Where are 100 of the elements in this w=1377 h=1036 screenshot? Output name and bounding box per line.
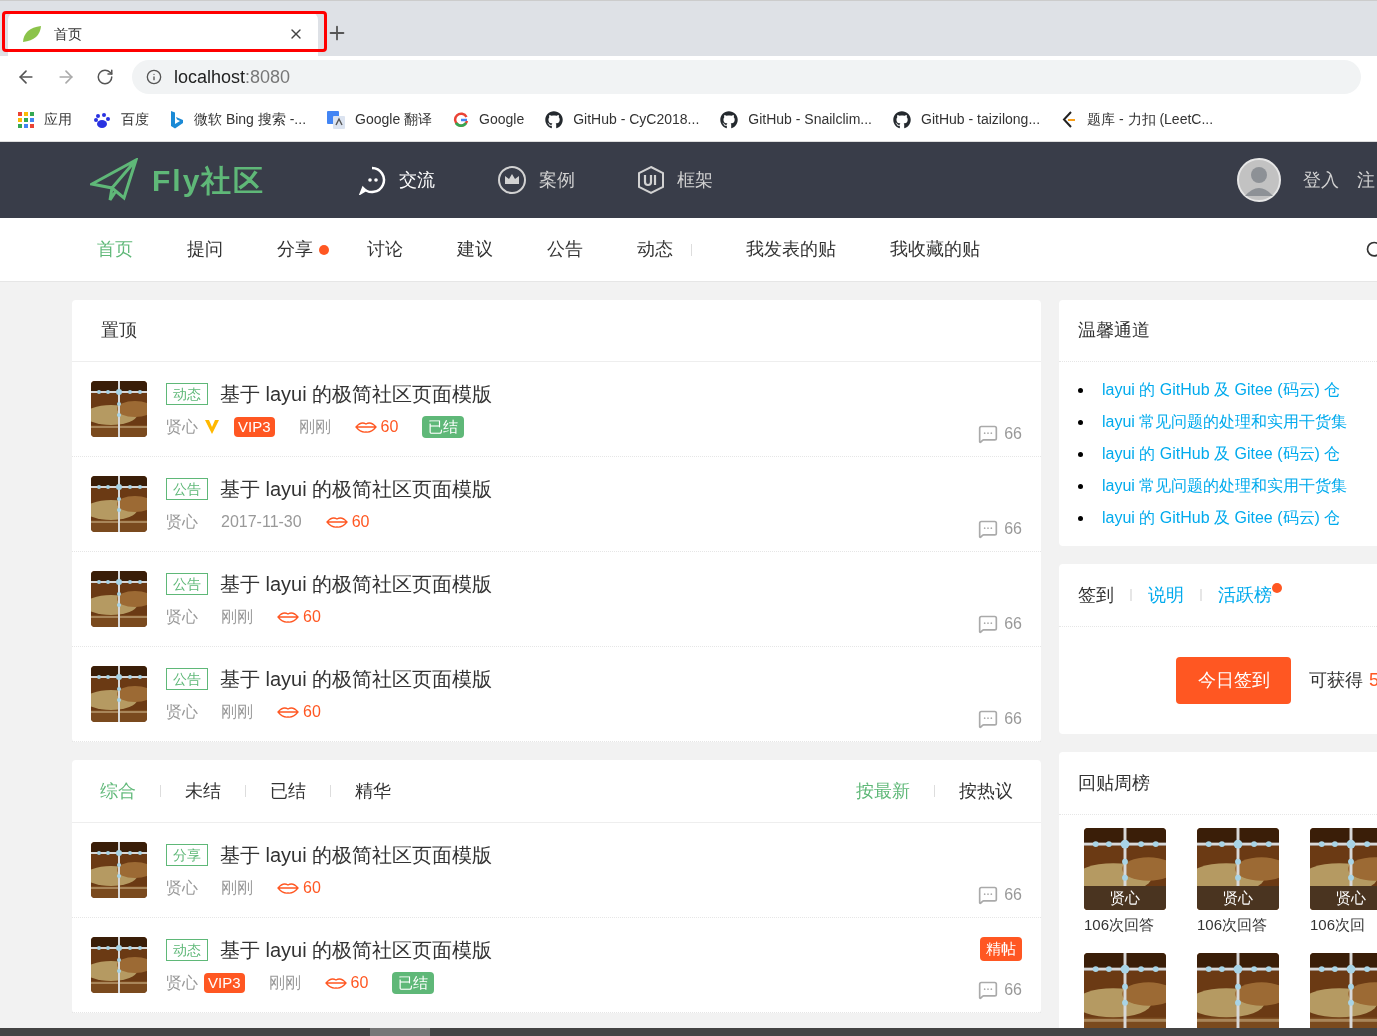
post-title[interactable]: 基于 layui 的极简社区页面模版 (220, 381, 493, 407)
post-title[interactable]: 基于 layui 的极简社区页面模版 (220, 666, 493, 692)
bookmark[interactable]: 题库 - 力扣 (LeetC... (1061, 109, 1214, 130)
apps-grid-icon (18, 111, 34, 128)
kiss-count: 60 (351, 512, 370, 532)
kiss-count: 60 (350, 973, 369, 993)
panel-title: 回贴周榜 (1078, 771, 1150, 795)
signin-tab[interactable]: 签到 (1078, 581, 1114, 609)
bookmark[interactable]: GitHub - Snailclim... (720, 109, 872, 130)
category-tag: 动态 (166, 939, 208, 961)
solved-badge: 已结 (392, 972, 435, 994)
nav-link[interactable]: 交流 (357, 165, 436, 195)
site-logo-text[interactable]: Fly社区 (152, 157, 266, 203)
lips-icon (325, 516, 348, 528)
lips-icon (277, 706, 299, 718)
bookmark[interactable]: GitHub - taizilong... (893, 109, 1041, 130)
leaf-icon (22, 25, 42, 43)
filter-tab[interactable]: 未结 (185, 777, 221, 805)
post-title[interactable]: 基于 layui 的极简社区页面模版 (220, 937, 493, 963)
category-tag: 公告 (166, 573, 208, 595)
github-icon (545, 110, 564, 129)
my-posts-link[interactable]: 我收藏的贴 (890, 236, 980, 263)
user-name-caption: 贤心 (1084, 886, 1166, 910)
comment-icon (978, 424, 999, 444)
register-link[interactable]: 注 (1357, 166, 1375, 194)
category-link[interactable]: 建议 (457, 236, 493, 263)
reward-label: 可获得 (1309, 669, 1363, 692)
filter-tab[interactable]: 已结 (270, 777, 306, 805)
post-time: 刚刚 (221, 702, 253, 722)
panel-title: 温馨通道 (1078, 319, 1150, 342)
comment-icon (978, 519, 999, 539)
post-time: 刚刚 (221, 878, 253, 898)
bookmark[interactable]: GitHub - CyC2018... (545, 109, 700, 130)
paper-plane-logo-icon (90, 158, 138, 202)
login-link[interactable]: 登入 (1303, 166, 1339, 194)
kiss-count: 60 (303, 702, 321, 722)
user-name-caption: 贤心 (1197, 886, 1279, 910)
bookmark[interactable]: 应用 (18, 109, 72, 130)
lips-icon (324, 977, 347, 989)
comment-count: 66 (1004, 614, 1022, 634)
b-logo-icon (170, 110, 184, 129)
category-link[interactable]: 动态 (637, 236, 673, 263)
nav-link[interactable]: 案例 (497, 165, 576, 195)
tab-title: 首页 (54, 24, 82, 44)
category-link[interactable]: 分享 (277, 236, 313, 263)
nav-link[interactable]: 框架 (637, 165, 714, 195)
post-title[interactable]: 基于 layui 的极简社区页面模版 (220, 842, 493, 868)
kiss-count: 60 (380, 417, 399, 437)
leetcode-icon (1061, 110, 1078, 129)
category-tag: 公告 (166, 478, 208, 500)
comment-count: 66 (1004, 424, 1022, 444)
info-icon (146, 69, 162, 85)
solved-badge: 已结 (422, 416, 465, 438)
featured-badge: 精帖 (980, 937, 1022, 961)
post-time: 刚刚 (298, 417, 331, 437)
category-tag: 公告 (166, 668, 208, 690)
bookmark[interactable]: Google 翻译 (327, 109, 433, 130)
comment-icon (978, 709, 999, 729)
post-time: 2017-11-30 (221, 512, 302, 532)
translate-icon (327, 110, 346, 129)
post-time: 刚刚 (221, 607, 253, 627)
sort-tab[interactable]: 按热议 (959, 777, 1013, 805)
browser-tab[interactable]: 首页 (8, 12, 318, 56)
bookmark[interactable]: 百度 (93, 109, 149, 130)
kiss-count: 60 (303, 878, 321, 898)
lips-icon (354, 421, 377, 433)
answer-count: 106次回 (1310, 915, 1366, 935)
category-link[interactable]: 讨论 (367, 236, 403, 263)
g-logo-icon (453, 111, 470, 128)
lips-icon (277, 882, 299, 894)
my-posts-link[interactable]: 我发表的贴 (746, 236, 836, 263)
paw-icon (93, 110, 111, 129)
address-port: :8080 (245, 65, 291, 89)
comment-icon (978, 614, 999, 634)
comment-count: 66 (1004, 885, 1022, 905)
kiss-count: 60 (303, 607, 321, 627)
comment-icon (978, 980, 999, 1000)
user-avatar-icon[interactable] (1237, 158, 1281, 202)
post-title[interactable]: 基于 layui 的极简社区页面模版 (220, 571, 493, 597)
post-title[interactable]: 基于 layui 的极简社区页面模版 (220, 476, 493, 502)
bookmark[interactable]: 微软 Bing 搜索 -... (170, 109, 307, 130)
hexagon-ui-icon (637, 165, 666, 195)
crown-icon (497, 165, 528, 195)
filter-tab[interactable]: 精华 (355, 777, 391, 805)
category-link[interactable]: 公告 (547, 236, 583, 263)
user-name-caption: 贤心 (1310, 886, 1377, 910)
address-bar[interactable]: localhost:8080 (132, 60, 1361, 94)
bookmark[interactable]: Google (453, 109, 525, 130)
scrollbar-thumb[interactable] (370, 1028, 430, 1036)
answer-count: 106次回答 (1084, 915, 1155, 935)
lips-icon (277, 611, 299, 623)
github-icon (720, 110, 739, 129)
chat-bubble-icon (357, 165, 388, 195)
vip-badge: VIP3 (234, 417, 275, 437)
panel-title: 置顶 (101, 319, 137, 342)
vip-badge: VIP3 (204, 973, 245, 993)
reload-icon[interactable] (96, 68, 114, 86)
github-icon (893, 110, 911, 129)
category-link[interactable]: 提问 (187, 236, 223, 263)
post-time: 刚刚 (268, 973, 301, 993)
